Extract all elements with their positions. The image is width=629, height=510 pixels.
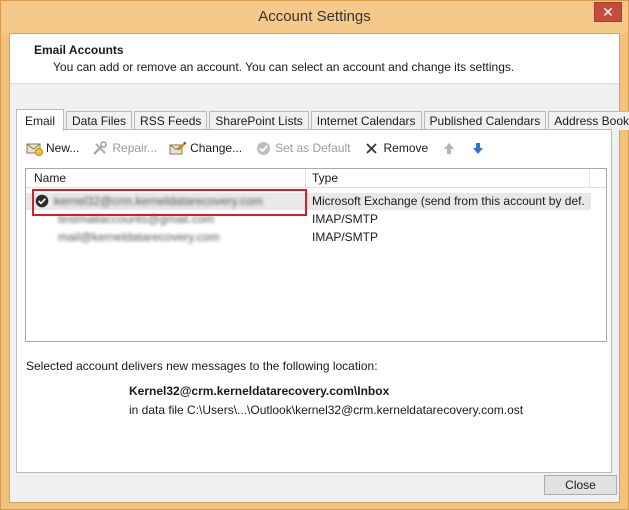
set-as-default-button[interactable]: Set as Default bbox=[254, 140, 350, 156]
account-name: testmailaccounts@gmail.com bbox=[58, 212, 215, 226]
accounts-list[interactable]: Name Type kernel32@crm.kerneldatarecover… bbox=[25, 168, 607, 342]
tab-email[interactable]: Email bbox=[16, 109, 65, 131]
tab-sharepoint-lists[interactable]: SharePoint Lists bbox=[209, 111, 309, 130]
move-down-button[interactable] bbox=[469, 140, 490, 156]
remove-button[interactable]: Remove bbox=[362, 140, 428, 156]
arrow-up-icon bbox=[440, 140, 458, 156]
default-account-check-icon bbox=[35, 194, 49, 211]
new-button-label: New... bbox=[46, 141, 80, 155]
account-row[interactable]: kernel32@crm.kerneldatarecovery.com Micr… bbox=[26, 193, 591, 210]
remove-button-label: Remove bbox=[383, 141, 429, 155]
change-icon bbox=[169, 140, 187, 156]
close-icon: ✕ bbox=[602, 4, 614, 20]
repair-tools-icon bbox=[91, 140, 109, 156]
title-bar[interactable]: Account Settings ✕ bbox=[1, 1, 628, 33]
new-button[interactable]: New... bbox=[25, 140, 79, 156]
arrow-down-icon bbox=[469, 140, 487, 156]
dialog-client: Email Accounts You can add or remove an … bbox=[9, 33, 629, 503]
repair-button-label: Repair... bbox=[112, 141, 158, 155]
move-up-button[interactable] bbox=[440, 140, 461, 156]
window-title: Account Settings bbox=[258, 8, 371, 25]
delivery-intro: Selected account delivers new messages t… bbox=[26, 359, 378, 373]
delivery-data-file: in data file C:\Users\...\Outlook\kernel… bbox=[129, 403, 524, 417]
tab-address-books[interactable]: Address Books bbox=[548, 111, 629, 130]
account-name: mail@kerneldatarecovery.com bbox=[58, 230, 220, 244]
delivery-folder-path: Kernel32@crm.kerneldatarecovery.com\Inbo… bbox=[129, 384, 390, 398]
account-row[interactable]: mail@kerneldatarecovery.com IMAP/SMTP bbox=[26, 229, 606, 246]
account-row[interactable]: testmailaccounts@gmail.com IMAP/SMTP bbox=[26, 211, 606, 228]
repair-button[interactable]: Repair... bbox=[91, 140, 157, 156]
account-type: IMAP/SMTP bbox=[312, 230, 379, 244]
column-header-type[interactable]: Type bbox=[307, 169, 590, 188]
set-as-default-label: Set as Default bbox=[275, 141, 351, 155]
change-button-label: Change... bbox=[190, 141, 243, 155]
close-button[interactable]: Close bbox=[544, 475, 617, 495]
window-close-button[interactable]: ✕ bbox=[594, 2, 622, 22]
new-account-icon bbox=[25, 140, 43, 156]
accounts-toolbar: New... Repair... Change... Set as Defaul… bbox=[25, 138, 502, 158]
tab-strip: Email Data Files RSS Feeds SharePoint Li… bbox=[16, 108, 629, 131]
column-header-name[interactable]: Name bbox=[26, 169, 306, 188]
email-tab-panel: New... Repair... Change... Set as Defaul… bbox=[16, 129, 612, 473]
account-settings-window: Account Settings ✕ Email Accounts You ca… bbox=[0, 0, 629, 510]
change-button[interactable]: Change... bbox=[169, 140, 242, 156]
tab-internet-calendars[interactable]: Internet Calendars bbox=[310, 111, 422, 130]
section-title: Email Accounts bbox=[34, 43, 124, 57]
tab-rss-feeds[interactable]: RSS Feeds bbox=[134, 111, 208, 130]
section-description: You can add or remove an account. You ca… bbox=[53, 60, 515, 74]
check-circle-icon bbox=[254, 140, 272, 156]
tab-published-calendars[interactable]: Published Calendars bbox=[423, 111, 547, 130]
tab-data-files[interactable]: Data Files bbox=[66, 111, 133, 130]
list-header: Name Type bbox=[26, 169, 606, 188]
x-icon bbox=[362, 140, 380, 156]
account-name: kernel32@crm.kerneldatarecovery.com bbox=[54, 194, 263, 208]
account-type: IMAP/SMTP bbox=[312, 212, 379, 226]
account-type: Microsoft Exchange (send from this accou… bbox=[312, 194, 584, 208]
header-panel: Email Accounts You can add or remove an … bbox=[10, 34, 619, 84]
